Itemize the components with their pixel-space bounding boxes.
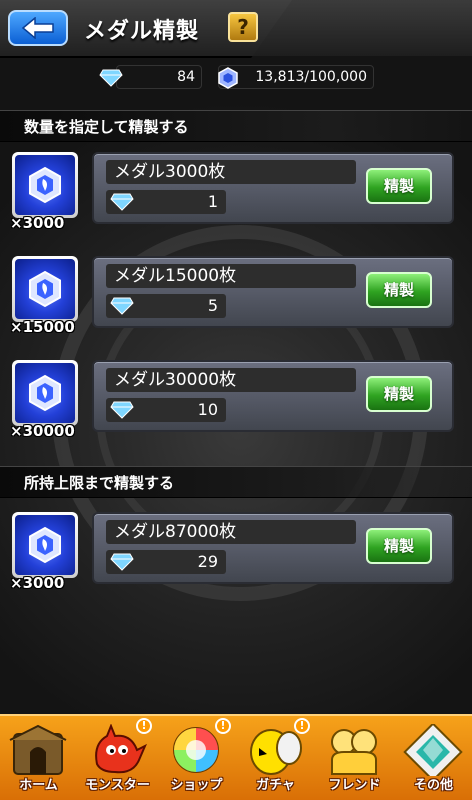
medal-amount-label: メダル3000枚 xyxy=(106,160,356,184)
nav-shop[interactable]: ショップ ! xyxy=(158,718,235,798)
medal-tile xyxy=(12,256,78,322)
bottom-nav: ホーム モンスター ! ショップ ! ガチャ ! フレンド その他 xyxy=(0,714,472,800)
refine-panel: メダル3000枚 1 精製 xyxy=(92,152,454,224)
medal-amount-label: メダル87000枚 xyxy=(106,520,356,544)
nav-label: モンスター xyxy=(85,778,150,793)
gem-cost: 29 xyxy=(106,550,226,574)
gem-cost: 5 xyxy=(106,294,226,318)
gem-cost-value: 10 xyxy=(197,400,218,419)
gem-icon xyxy=(110,553,134,571)
gem-cost-value: 5 xyxy=(207,296,218,315)
gem-icon xyxy=(110,193,134,211)
refine-button[interactable]: 精製 xyxy=(366,376,432,412)
medal-tile xyxy=(12,512,78,578)
notification-badge: ! xyxy=(136,718,152,734)
nav-home[interactable]: ホーム xyxy=(0,718,77,798)
nav-gacha[interactable]: ガチャ ! xyxy=(237,718,314,798)
refine-button[interactable]: 精製 xyxy=(366,272,432,308)
medal-amount-label: メダル15000枚 xyxy=(106,264,356,288)
notification-badge: ! xyxy=(294,718,310,734)
medal-icon xyxy=(29,270,61,308)
gem-icon xyxy=(110,297,134,315)
notification-badge: ! xyxy=(215,718,231,734)
nav-other[interactable]: その他 xyxy=(395,718,472,798)
medal-tile xyxy=(12,152,78,218)
nav-label: フレンド xyxy=(328,778,381,793)
help-button[interactable]: ? xyxy=(228,12,258,42)
refine-button[interactable]: 精製 xyxy=(366,528,432,564)
medal-icon xyxy=(29,166,61,204)
gem-count: 84 xyxy=(177,69,195,85)
section-header-max: 所持上限まで精製する xyxy=(0,466,472,498)
medal-amount-label: メダル30000枚 xyxy=(106,368,356,392)
friend-icon xyxy=(331,729,377,775)
back-button[interactable] xyxy=(8,10,68,46)
refine-button[interactable]: 精製 xyxy=(366,168,432,204)
gem-icon xyxy=(99,69,123,87)
refine-row: ×15000 メダル15000枚 5 精製 xyxy=(0,254,472,342)
nav-monster[interactable]: モンスター ! xyxy=(79,718,156,798)
nav-label: ガチャ xyxy=(256,778,295,793)
refine-panel: メダル15000枚 5 精製 xyxy=(92,256,454,328)
gem-cost-value: 1 xyxy=(207,192,218,211)
refine-panel: メダル87000枚 29 精製 xyxy=(92,512,454,584)
home-icon xyxy=(9,724,67,775)
section-title: 数量を指定して精製する xyxy=(24,118,189,136)
nav-label: ホーム xyxy=(19,778,58,793)
medal-icon xyxy=(218,67,238,89)
gem-cost: 1 xyxy=(106,190,226,214)
medal-quantity: ×30000 xyxy=(10,422,75,440)
gem-balance: 84 xyxy=(99,65,202,89)
gem-cost-value: 29 xyxy=(197,552,218,571)
refine-row: ×3000 メダル3000枚 1 精製 xyxy=(0,150,472,238)
back-arrow-icon xyxy=(21,17,54,39)
nav-label: ショップ xyxy=(170,778,223,793)
medal-balance: 13,813/100,000 xyxy=(218,65,374,89)
gem-icon xyxy=(110,401,134,419)
medal-count: 13,813/100,000 xyxy=(255,69,367,85)
nav-friend[interactable]: フレンド xyxy=(316,718,393,798)
refine-row: ×3000 メダル87000枚 29 精製 xyxy=(0,510,472,598)
medal-icon xyxy=(29,526,61,564)
refine-panel: メダル30000枚 10 精製 xyxy=(92,360,454,432)
refine-row: ×30000 メダル30000枚 10 精製 xyxy=(0,358,472,446)
page-title: メダル精製 xyxy=(84,19,200,44)
other-icon xyxy=(403,724,463,776)
gem-cost: 10 xyxy=(106,398,226,422)
section-title: 所持上限まで精製する xyxy=(24,474,175,492)
nav-label: その他 xyxy=(413,778,453,793)
section-header-specify: 数量を指定して精製する xyxy=(0,110,472,142)
medal-icon xyxy=(29,374,61,412)
medal-quantity: ×15000 xyxy=(10,318,75,336)
medal-quantity: ×3000 xyxy=(10,214,65,232)
medal-tile xyxy=(12,360,78,426)
medal-quantity: ×3000 xyxy=(10,574,65,592)
